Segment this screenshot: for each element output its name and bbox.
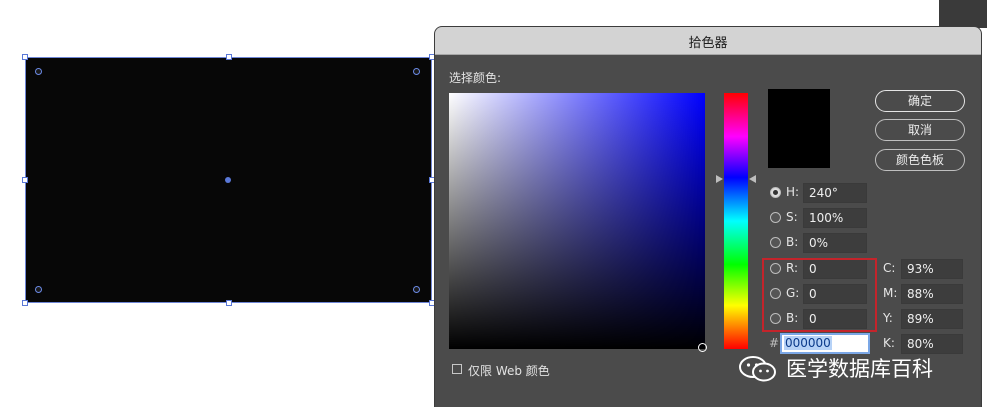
saturation-brightness-field[interactable] bbox=[449, 93, 705, 349]
web-colors-only-checkbox[interactable] bbox=[452, 364, 462, 374]
hex-label: # bbox=[769, 336, 780, 350]
watermark: 医学数据库百科 bbox=[738, 349, 978, 385]
resize-handle-top-left[interactable] bbox=[22, 54, 28, 60]
corner-radius-widget[interactable] bbox=[35, 68, 42, 75]
saturation-label: S: bbox=[786, 210, 798, 224]
window-edge bbox=[939, 0, 987, 28]
magenta-field[interactable]: 88% bbox=[901, 284, 963, 304]
web-colors-only-label: 仅限 Web 颜色 bbox=[468, 364, 550, 378]
cyan-label: C: bbox=[883, 261, 896, 275]
hue-slider-arrow-right[interactable] bbox=[749, 175, 756, 183]
cyan-field[interactable]: 93% bbox=[901, 259, 963, 279]
select-color-label: 选择颜色: bbox=[449, 71, 502, 85]
dialog-title: 拾色器 bbox=[688, 36, 728, 51]
yellow-label: Y: bbox=[883, 311, 893, 325]
watermark-text: 医学数据库百科 bbox=[786, 357, 933, 381]
brightness-label: B: bbox=[786, 235, 799, 249]
cancel-button[interactable]: 取消 bbox=[875, 119, 965, 141]
resize-handle-bottom-left[interactable] bbox=[22, 300, 28, 306]
center-point bbox=[225, 177, 231, 183]
wechat-icon bbox=[739, 356, 776, 382]
hex-value: 000000 bbox=[784, 336, 832, 350]
hue-slider-arrow-left[interactable] bbox=[716, 175, 723, 183]
hue-slider[interactable] bbox=[724, 93, 748, 349]
radio-brightness[interactable] bbox=[770, 237, 781, 248]
dialog-titlebar[interactable]: 拾色器 bbox=[435, 27, 981, 55]
yellow-field[interactable]: 89% bbox=[901, 309, 963, 329]
saturation-field[interactable]: 100% bbox=[803, 208, 867, 228]
resize-handle-bottom[interactable] bbox=[226, 300, 232, 306]
radio-saturation[interactable] bbox=[770, 212, 781, 223]
rgb-highlight-box bbox=[762, 258, 877, 332]
brightness-field[interactable]: 0% bbox=[803, 233, 867, 253]
current-color-swatch bbox=[768, 89, 830, 168]
hue-label: H: bbox=[786, 185, 800, 199]
corner-radius-widget[interactable] bbox=[413, 68, 420, 75]
resize-handle-top[interactable] bbox=[226, 54, 232, 60]
magenta-label: M: bbox=[883, 286, 898, 300]
color-field-marker[interactable] bbox=[698, 343, 707, 352]
radio-hue[interactable] bbox=[770, 187, 781, 198]
corner-radius-widget[interactable] bbox=[35, 286, 42, 293]
color-swatches-button[interactable]: 颜色色板 bbox=[875, 149, 965, 171]
resize-handle-left[interactable] bbox=[22, 177, 28, 183]
ok-button[interactable]: 确定 bbox=[875, 90, 965, 112]
black-label: K: bbox=[883, 336, 895, 350]
hue-field[interactable]: 240° bbox=[803, 183, 867, 203]
color-picker-dialog: 拾色器 选择颜色: 确定 取消 颜色色板 H: 240° S: 100% B: … bbox=[435, 27, 981, 407]
corner-radius-widget[interactable] bbox=[413, 286, 420, 293]
